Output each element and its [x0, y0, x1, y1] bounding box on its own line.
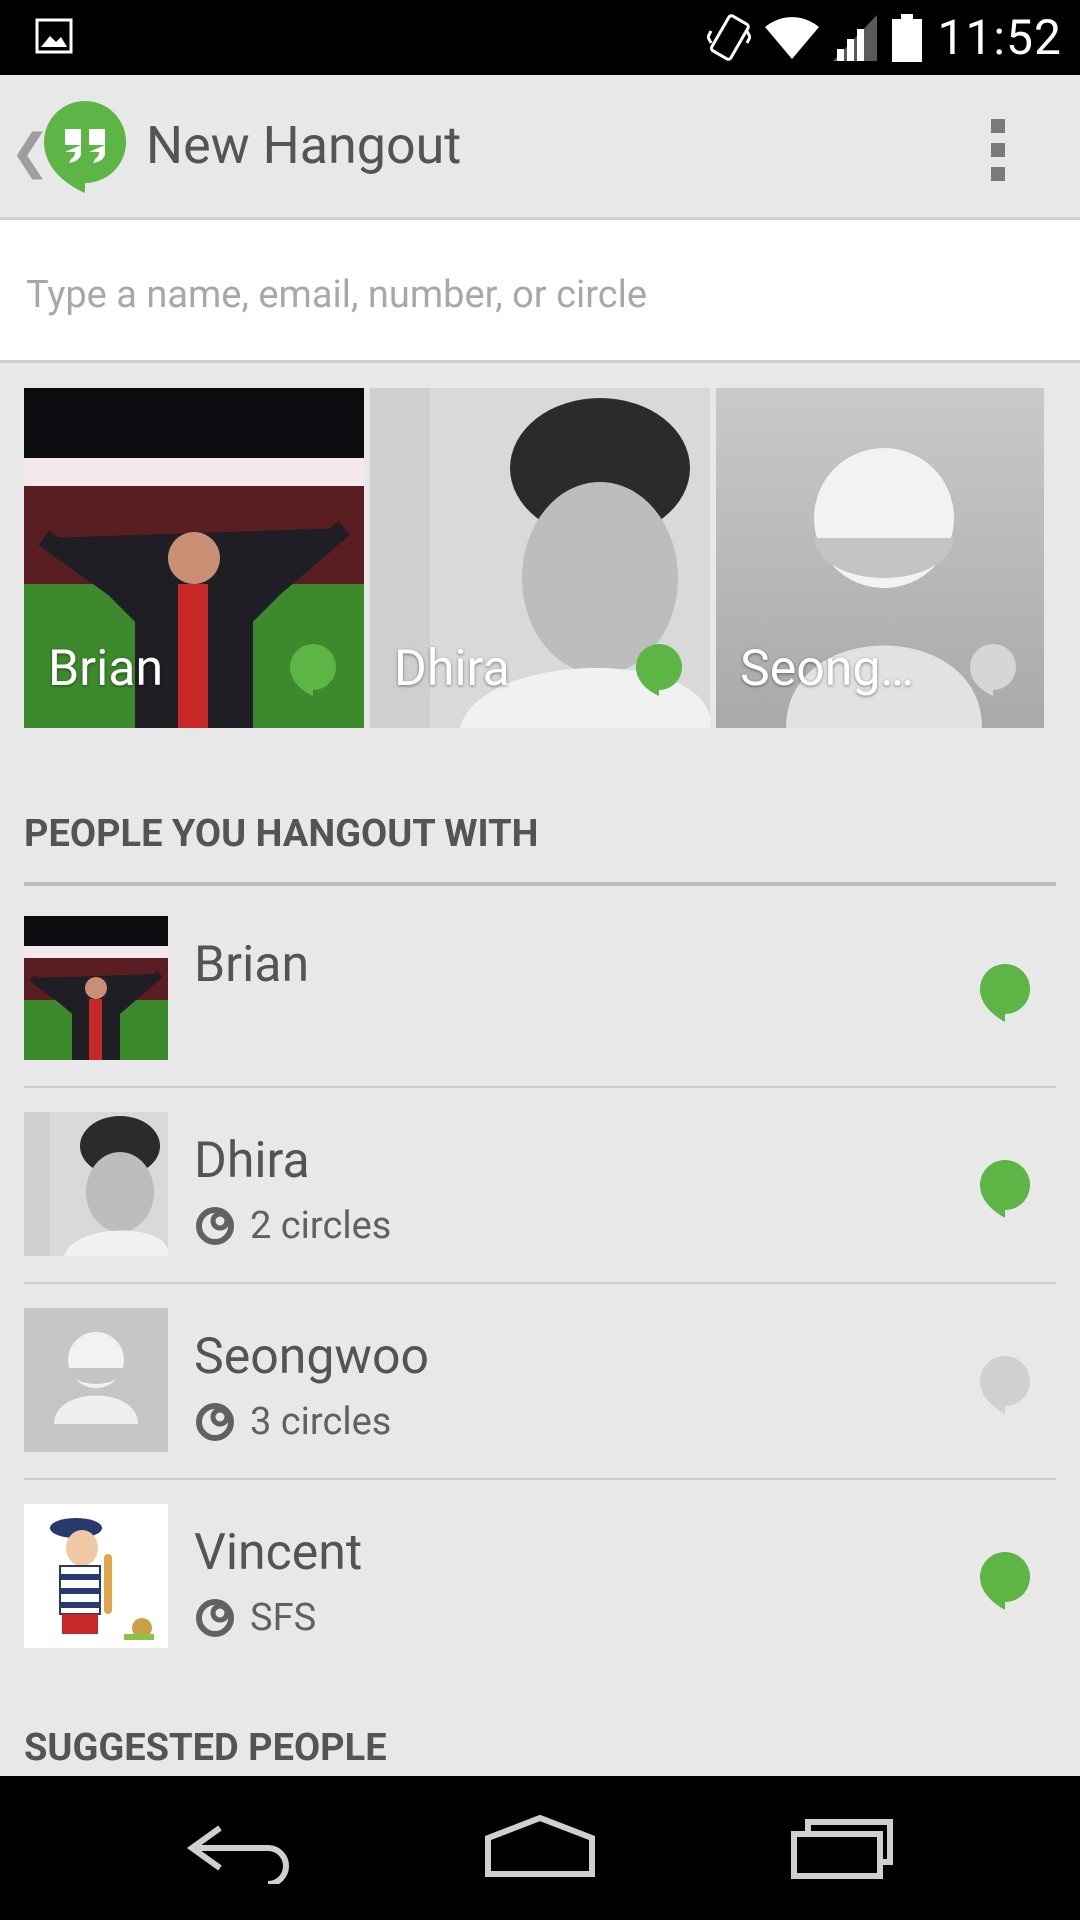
status-bar: 11:52 — [0, 0, 1080, 75]
avatar — [24, 1112, 168, 1256]
tile-dhira[interactable]: Dhira — [370, 388, 710, 728]
recent-apps-icon[interactable] — [780, 1812, 900, 1884]
online-status-icon — [980, 1552, 1031, 1610]
status-time: 11:52 — [937, 9, 1062, 66]
navigation-bar — [0, 1776, 1080, 1920]
recent-contacts-tiles: Brian Dhira Seong… — [24, 388, 1044, 728]
offline-status-icon — [970, 644, 1016, 696]
tile-name: Dhira — [394, 640, 510, 698]
contact-subtitle: 3 circles — [194, 1400, 391, 1444]
search-input[interactable] — [24, 264, 1048, 326]
contact-name: Vincent — [194, 1524, 363, 1582]
avatar — [24, 1504, 168, 1648]
hangouts-logo-icon[interactable] — [40, 97, 130, 193]
tile-seongwoo[interactable]: Seong… — [716, 388, 1044, 728]
section-header-suggested: SUGGESTED PEOPLE — [24, 1726, 387, 1770]
wifi-icon — [765, 16, 820, 59]
section-divider — [24, 882, 1056, 886]
circles-icon — [196, 1403, 234, 1441]
avatar — [24, 916, 168, 1060]
home-icon[interactable] — [480, 1812, 600, 1884]
list-item-dhira[interactable]: Dhira 2 circles — [24, 1088, 1056, 1284]
online-status-icon — [636, 644, 682, 696]
list-item-brian[interactable]: Brian — [24, 892, 1056, 1088]
image-notification-icon — [35, 18, 73, 54]
circles-icon — [196, 1599, 234, 1637]
page-title: New Hangout — [146, 115, 462, 176]
list-item-seongwoo[interactable]: Seongwoo 3 circles — [24, 1284, 1056, 1480]
contact-name: Seongwoo — [194, 1328, 430, 1386]
online-status-icon — [290, 644, 336, 696]
online-status-icon — [980, 964, 1031, 1022]
cell-signal-icon — [833, 14, 878, 61]
app-bar: ❮ New Hangout — [0, 75, 1080, 220]
contact-subtitle: 2 circles — [194, 1204, 391, 1248]
back-icon[interactable] — [180, 1812, 300, 1884]
contact-name: Brian — [194, 936, 310, 994]
tile-brian[interactable]: Brian — [24, 388, 364, 728]
contact-name: Dhira — [194, 1132, 310, 1190]
section-header-frequent: PEOPLE YOU HANGOUT WITH — [24, 812, 539, 856]
contact-subtitle: SFS — [194, 1596, 316, 1640]
list-item-vincent[interactable]: Vincent SFS — [24, 1480, 1056, 1674]
avatar — [24, 1308, 168, 1452]
tile-name: Brian — [48, 640, 164, 698]
search-field — [0, 220, 1080, 363]
status-icons: 11:52 — [707, 9, 1062, 66]
battery-icon — [892, 13, 923, 62]
tile-name: Seong… — [740, 640, 914, 698]
online-status-icon — [980, 1160, 1031, 1218]
offline-status-icon — [980, 1356, 1031, 1414]
overflow-menu-icon[interactable] — [984, 119, 1012, 187]
circles-icon — [196, 1207, 234, 1245]
vibrate-icon — [707, 13, 752, 61]
